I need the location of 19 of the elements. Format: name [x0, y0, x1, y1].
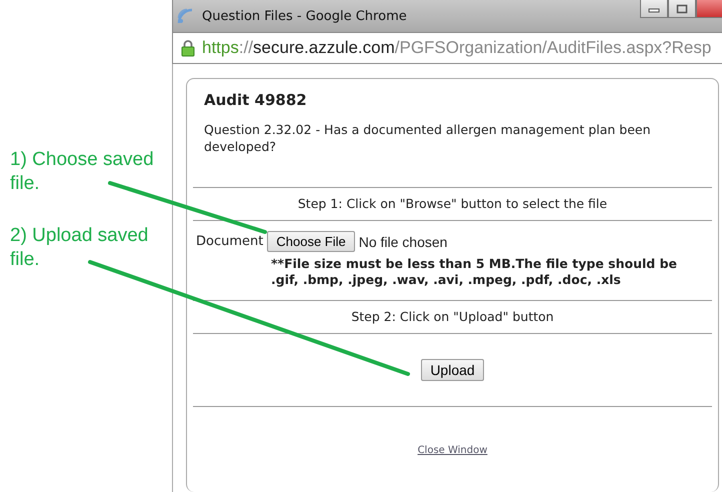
maximize-button[interactable] [668, 0, 696, 18]
annotation-text: 2) Upload saved file. [10, 224, 150, 272]
close-window-link[interactable]: Close Window [418, 445, 488, 456]
maximize-icon [676, 4, 688, 14]
window-title: Question Files - Google Chrome [202, 8, 407, 24]
annotation-text: 1) Choose saved file. [10, 148, 155, 196]
document-label: Document [196, 234, 264, 249]
lock-icon [181, 39, 195, 57]
upload-button[interactable]: Upload [421, 359, 484, 381]
question-text: Question 2.32.02 - Has a documented allergen management plan been developed? [203, 121, 652, 156]
audit-title: Audit 49882 [203, 91, 308, 109]
address-bar[interactable]: https://secure.azzule.com/PGFSOrganization/AuditFiles.aspx?Resp [172, 32, 722, 64]
step-text: Step 1: Click on "Browse" button to select the file [296, 195, 608, 213]
minimize-button[interactable] [640, 0, 668, 18]
file-note-text: **File size must be less than 5 MB.The file type should be .gif, .bmp, .jpeg, .wav, .avi, .mpeg, .pdf, .doc, .xls [270, 255, 678, 289]
step-text: Step 2: Click on "Upload" button [350, 308, 555, 326]
file-status-text: No file chosen [358, 234, 448, 250]
url-text: https://secure.azzule.com/PGFSOrganization/AuditFiles.aspx?Resp [202, 38, 712, 58]
choose-file-button[interactable]: Choose File [267, 231, 355, 252]
